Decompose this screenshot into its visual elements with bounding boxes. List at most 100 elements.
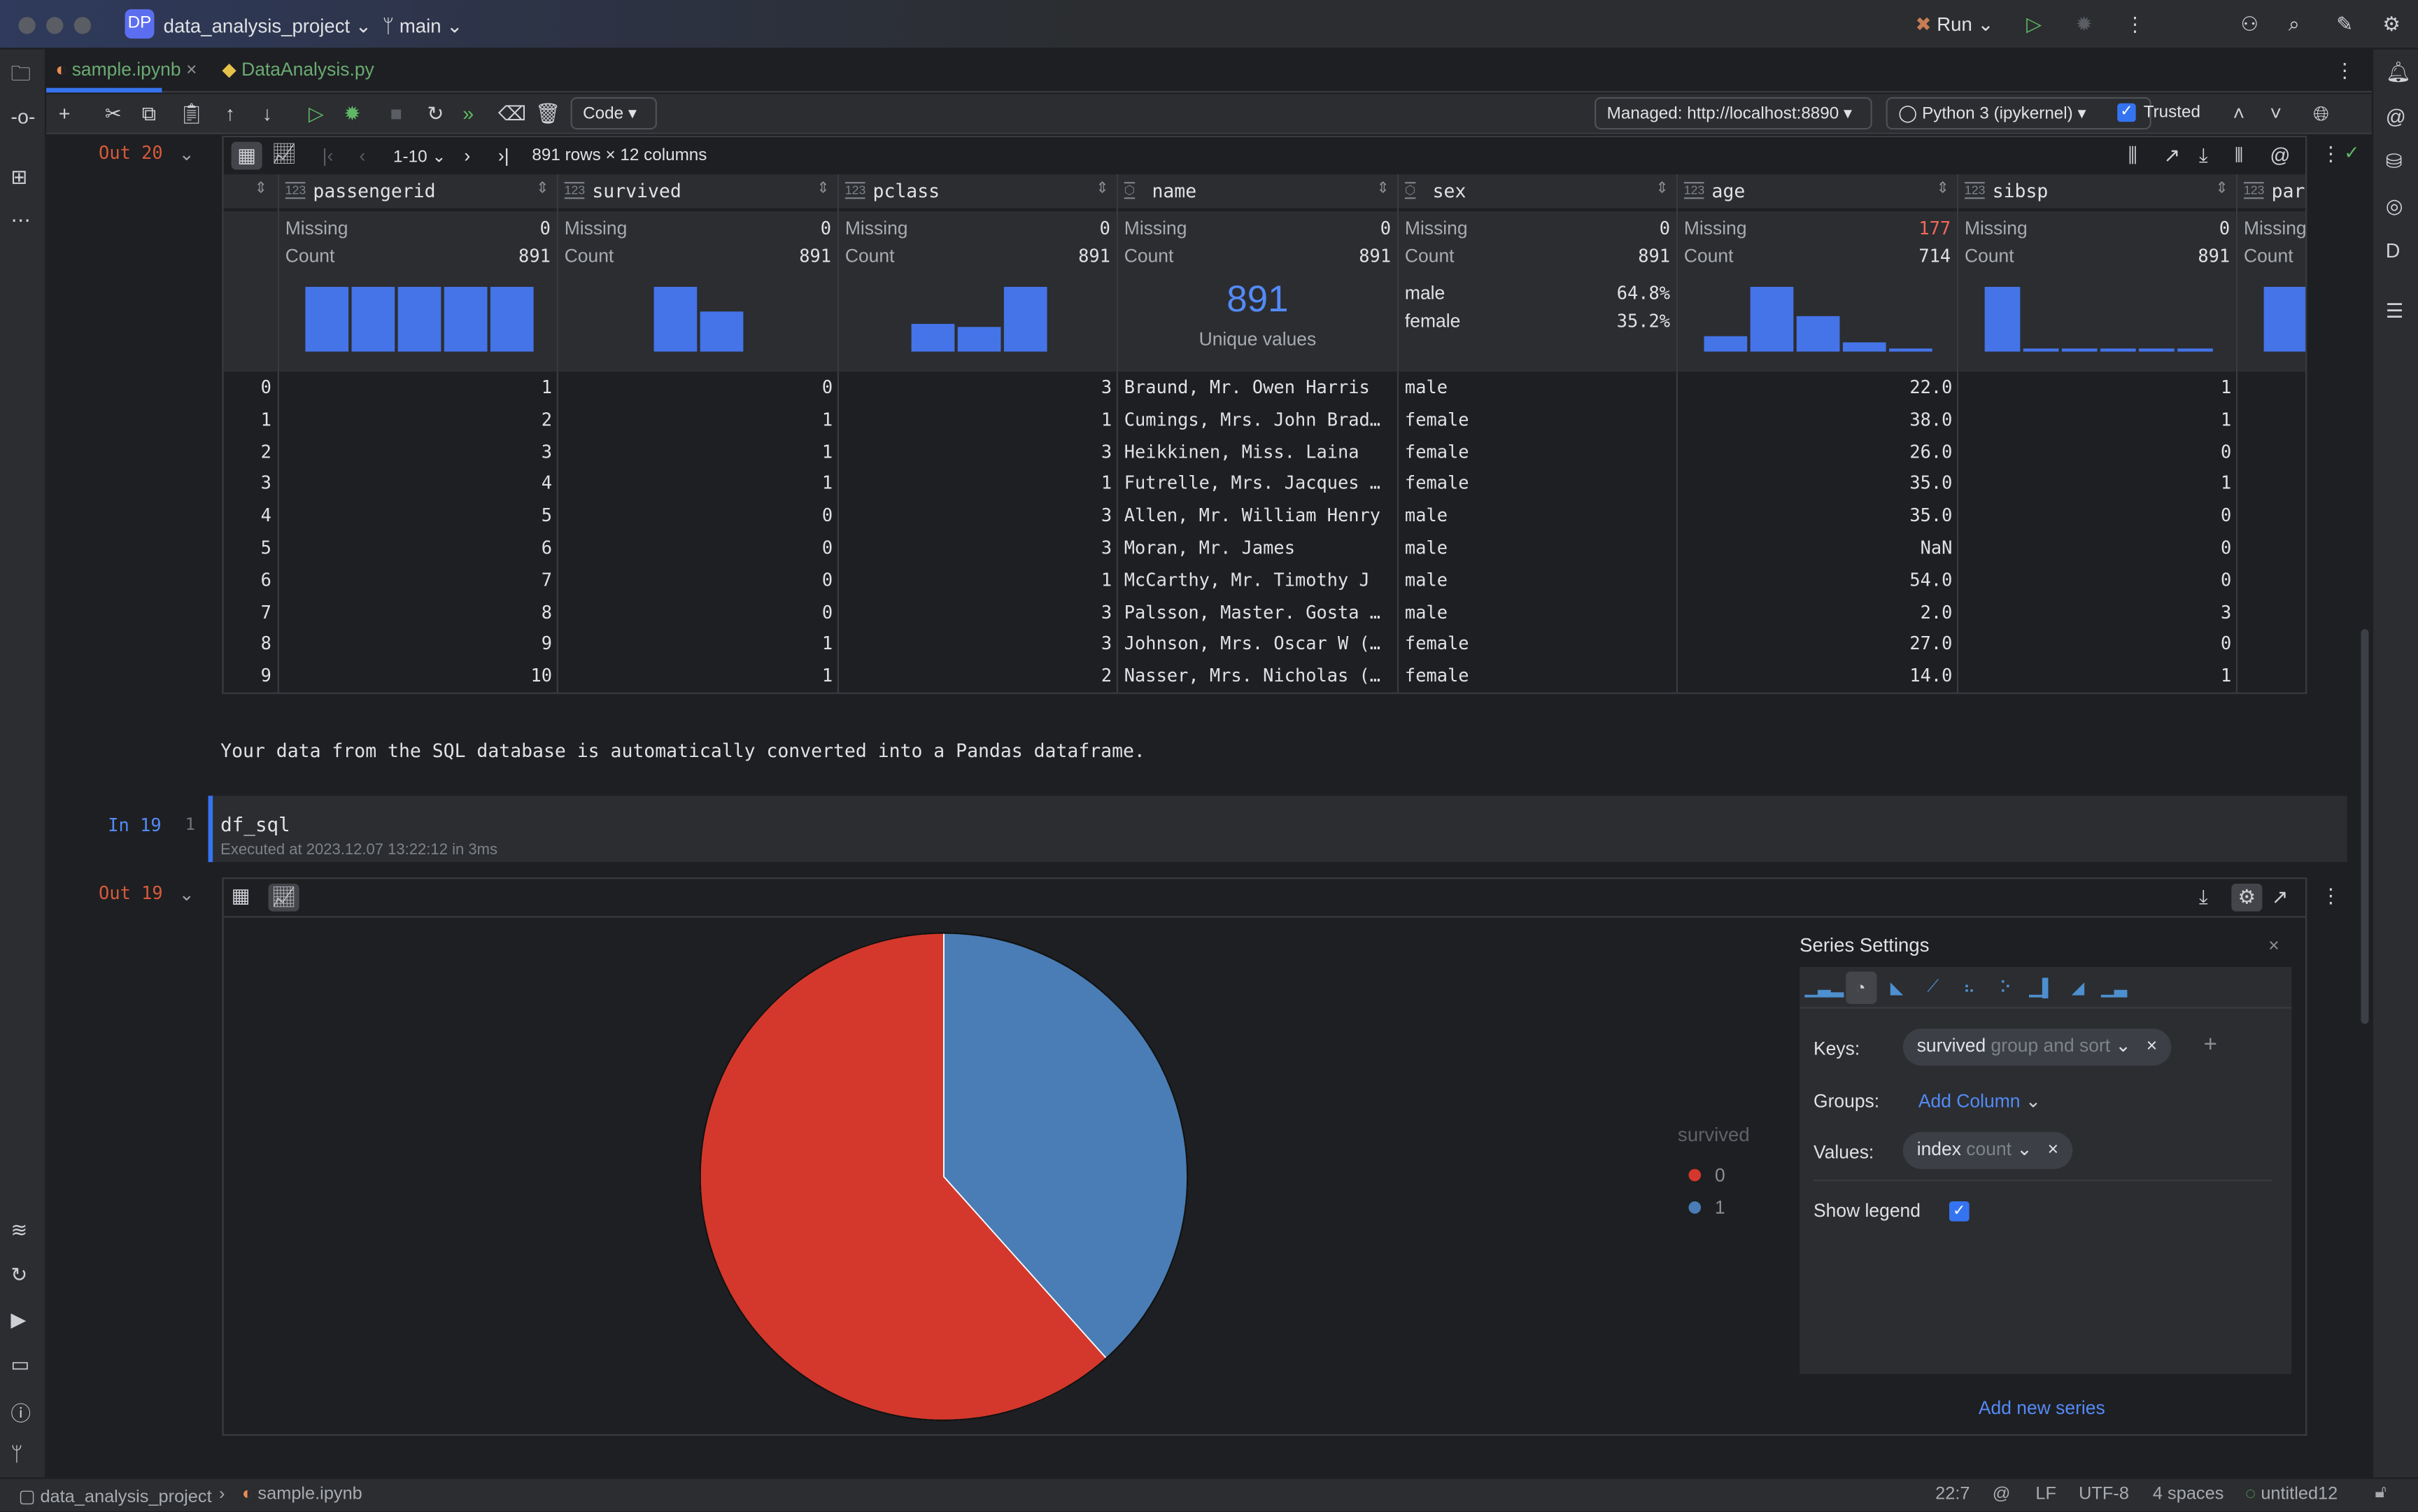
globe-icon[interactable]: 🌐︎	[2313, 101, 2329, 126]
run-cell-icon[interactable]: ▷	[309, 101, 324, 126]
area-chart-type-icon[interactable]: ◣	[1881, 972, 1912, 1004]
interpreter[interactable]: ◌ untitled12	[2245, 1485, 2338, 1504]
sort-icon[interactable]: ⇕	[536, 181, 549, 197]
legend-item[interactable]: 1	[1685, 1196, 1778, 1221]
add-user-icon[interactable]: ⚇	[2241, 13, 2259, 37]
cut-icon[interactable]: ✂	[105, 101, 122, 126]
column-header[interactable]: 123 sibsp ⇕	[1958, 174, 2236, 210]
open-in-new-icon[interactable]: ↗	[2163, 143, 2180, 168]
download-icon[interactable]: ⤓	[2199, 143, 2208, 168]
add-new-series-button[interactable]: Add new series	[1979, 1397, 2105, 1419]
last-page-icon[interactable]: ›|	[498, 145, 509, 167]
terminal-icon[interactable]: ▭	[10, 1352, 29, 1377]
column-header[interactable]: 123 age ⇕	[1678, 174, 1958, 210]
sort-icon[interactable]: ⇕	[1096, 181, 1108, 197]
next-page-icon[interactable]: ›	[464, 145, 470, 167]
run-icon[interactable]: ▷	[2026, 13, 2042, 37]
sort-icon[interactable]: ⇕	[1936, 181, 1949, 197]
remove-value-icon[interactable]: ×	[2048, 1138, 2058, 1160]
kernel-dropdown[interactable]: ◯ Python 3 (ipykernel) ▾	[1886, 97, 2151, 130]
copilot-icon[interactable]: ◎	[2386, 195, 2403, 219]
legend-item[interactable]: 0	[1685, 1164, 1778, 1189]
stop-icon[interactable]: ■	[390, 101, 402, 125]
delete-icon[interactable]: 🗑︎	[535, 101, 560, 126]
problems-icon[interactable]: ⓘ	[10, 1397, 31, 1427]
search-icon[interactable]: ⌕	[2289, 13, 2300, 37]
table-view-icon[interactable]: ▦	[231, 141, 262, 170]
sync-icon[interactable]: ↻	[10, 1263, 27, 1287]
line-chart-type-icon[interactable]: ⟋	[1918, 972, 1949, 1004]
column-header[interactable]: 123 survived ⇕	[558, 174, 837, 210]
bubble-chart-type-icon[interactable]: ⠕	[1990, 972, 2021, 1004]
tabs-more-icon[interactable]: ⋮	[2335, 59, 2355, 83]
pie-chart-type-icon[interactable]: ◔	[1845, 971, 1876, 1004]
breadcrumb-file[interactable]: ◐ sample.ipynb	[242, 1485, 362, 1504]
collapse-output-icon[interactable]: ⌄	[179, 143, 195, 165]
tab-sample-ipynb[interactable]: ◐ sample.ipynb ×	[55, 59, 197, 80]
add-cell-icon[interactable]: +	[59, 101, 71, 125]
scatter-chart-type-icon[interactable]: ⠦	[1954, 972, 1985, 1004]
code-text[interactable]: df_sql	[220, 813, 290, 836]
close-window-button[interactable]	[18, 17, 36, 34]
columns-icon[interactable]: ⫼	[2128, 143, 2137, 168]
prev-page-icon[interactable]: ‹	[360, 145, 366, 167]
copy-icon[interactable]: ⧉	[142, 101, 156, 126]
lock-icon[interactable]: 🔓︎	[2375, 1483, 2386, 1504]
debug-icon[interactable]: ✹	[2076, 13, 2093, 37]
folder-icon[interactable]: 🗀	[10, 60, 31, 94]
branch-selector[interactable]: ᛘ main ⌄	[383, 14, 463, 37]
ai-status-icon[interactable]: @	[1993, 1485, 2011, 1504]
add-column-button[interactable]: Add Column ⌄	[1918, 1090, 2041, 1112]
column-header[interactable]: 123 parc	[2237, 174, 2306, 210]
column-header[interactable]: 123 passengerid ⇕	[278, 174, 557, 210]
sort-icon[interactable]: ⇕	[1376, 181, 1389, 197]
collapse-output-icon[interactable]: ⌄	[179, 884, 195, 905]
value-pill[interactable]: index count ⌄ ×	[1902, 1131, 2072, 1169]
layers-icon[interactable]: ≋	[10, 1218, 27, 1243]
breadcrumb-project[interactable]: ▢ data_analysis_project	[18, 1485, 211, 1506]
d-icon[interactable]: D	[2386, 239, 2401, 262]
close-settings-icon[interactable]: ×	[2268, 935, 2279, 956]
chart-settings-icon[interactable]: ⚙	[2231, 883, 2263, 912]
trusted-checkbox[interactable]: ✓	[2117, 103, 2136, 122]
next-cell-icon[interactable]: ˅	[2270, 101, 2282, 125]
project-selector[interactable]: data_analysis_project ⌄	[164, 14, 372, 37]
sort-icon[interactable]: ⇕	[255, 181, 267, 197]
more-icon[interactable]: ⋮	[2125, 13, 2145, 37]
paste-icon[interactable]: 📋︎	[179, 101, 204, 126]
column-stats-icon[interactable]: ⦀	[2235, 143, 2244, 168]
sort-icon[interactable]: ⇕	[2215, 181, 2228, 197]
debug-cell-icon[interactable]: ✹	[344, 101, 361, 126]
services-icon[interactable]: ▶	[10, 1308, 26, 1332]
cell-type-dropdown[interactable]: Code ▾	[570, 97, 657, 130]
download-icon[interactable]: ⤓	[2199, 885, 2208, 910]
move-up-icon[interactable]: ↑	[225, 101, 235, 125]
column-header[interactable]: 123 pclass ⇕	[839, 174, 1117, 210]
stack-icon[interactable]: ☰	[2386, 299, 2404, 324]
page-range-dropdown[interactable]: 1-10 ⌄	[393, 146, 446, 167]
notifications-icon[interactable]: 🔔︎	[2386, 60, 2411, 85]
commit-icon[interactable]: -o-	[10, 105, 35, 128]
tab-dataanalysis-py[interactable]: ◆ DataAnalysis.py	[222, 59, 374, 80]
previous-cell-icon[interactable]: ˄	[2233, 101, 2245, 125]
move-down-icon[interactable]: ↓	[262, 101, 272, 125]
first-page-icon[interactable]: |‹	[323, 145, 334, 167]
indent[interactable]: 4 spaces	[2153, 1485, 2223, 1504]
open-in-new-icon[interactable]: ↗	[2272, 885, 2289, 910]
run-all-icon[interactable]: »	[462, 101, 474, 125]
git-icon[interactable]: ᛘ	[10, 1442, 22, 1465]
restart-icon[interactable]: ↻	[427, 101, 444, 126]
ai-assistant-icon[interactable]: @	[2386, 105, 2406, 128]
database-icon[interactable]: ⛁	[2386, 150, 2403, 174]
sort-icon[interactable]: ⇕	[816, 181, 829, 197]
chart-view-icon[interactable]: 📈︎	[271, 142, 297, 167]
bar-chart-type-icon[interactable]: ▁▃▂	[1804, 972, 1844, 1004]
cell-more-icon[interactable]: ⋮	[2321, 142, 2341, 167]
add-key-icon[interactable]: +	[2204, 1032, 2217, 1058]
encoding[interactable]: UTF-8	[2079, 1485, 2129, 1504]
clear-outputs-icon[interactable]: ⌫	[498, 101, 527, 126]
sort-icon[interactable]: ⇕	[1655, 181, 1668, 197]
show-legend-checkbox[interactable]: ✓	[1949, 1201, 1970, 1222]
edit-icon[interactable]: ✎	[2336, 13, 2353, 37]
chart-view-icon[interactable]: 📈︎	[268, 883, 299, 912]
